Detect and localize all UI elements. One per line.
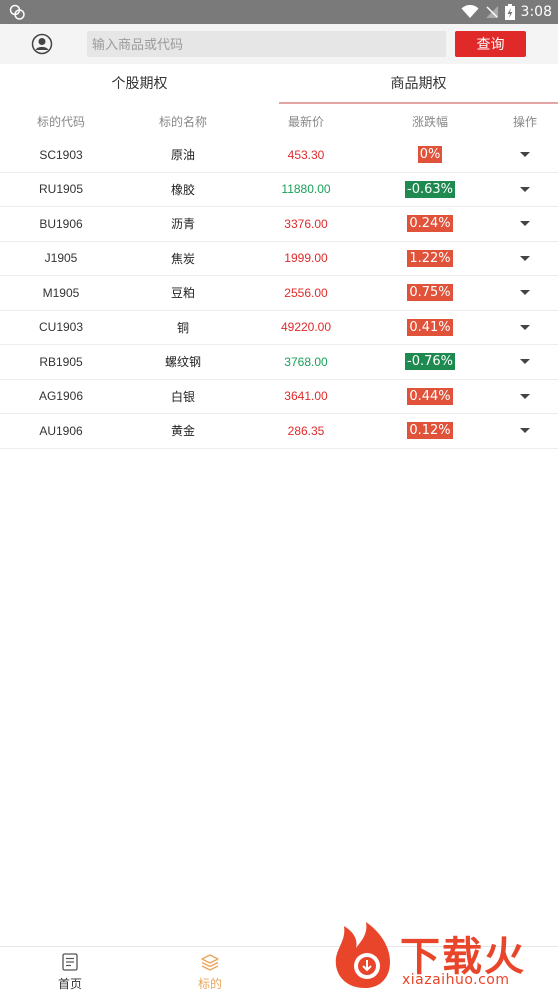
row-code: RB1905 bbox=[39, 354, 83, 369]
watermark-text-en: xiazaihuo.com bbox=[402, 972, 510, 988]
row-code: AG1906 bbox=[38, 389, 84, 404]
table-header: 标的代码 标的名称 最新价 涨跌幅 操作 bbox=[0, 104, 558, 138]
change-badge: 0.41% bbox=[407, 318, 453, 336]
expand-arrow-icon[interactable] bbox=[520, 324, 530, 330]
row-price: 453.30 bbox=[287, 147, 325, 162]
table-row[interactable]: CU1903 铜 49220.00 0.41% bbox=[0, 311, 558, 345]
table-row[interactable]: M1905 豆粕 2556.00 0.75% bbox=[0, 276, 558, 311]
table-row[interactable]: J1905 焦炭 1999.00 1.22% bbox=[0, 242, 558, 276]
row-price: 286.35 bbox=[287, 423, 325, 438]
search-input[interactable] bbox=[87, 31, 446, 57]
change-badge: -0.76% bbox=[405, 353, 455, 371]
tab-stock-options[interactable]: 个股期权 bbox=[0, 64, 279, 102]
search-header: 查询 bbox=[0, 24, 558, 64]
row-name: 螺纹钢 bbox=[164, 355, 201, 370]
row-name: 白银 bbox=[170, 389, 195, 404]
row-code: J1905 bbox=[44, 251, 78, 266]
row-price: 3376.00 bbox=[284, 216, 328, 231]
row-code: AU1906 bbox=[39, 423, 83, 438]
row-price: 11880.00 bbox=[281, 182, 331, 197]
change-badge: -0.63% bbox=[405, 180, 455, 198]
battery-charging-icon bbox=[504, 4, 515, 20]
expand-arrow-icon[interactable] bbox=[520, 221, 530, 227]
row-price: 2556.00 bbox=[284, 285, 328, 300]
column-header-change: 涨跌幅 bbox=[411, 114, 448, 129]
change-badge: 1.22% bbox=[407, 249, 453, 267]
status-icons: 3:08 bbox=[461, 0, 552, 24]
expand-arrow-icon[interactable] bbox=[520, 186, 530, 192]
table-row[interactable]: RU1905 橡胶 11880.00 -0.63% bbox=[0, 173, 558, 207]
expand-arrow-icon[interactable] bbox=[520, 393, 530, 399]
column-header-action: 操作 bbox=[512, 114, 537, 129]
change-badge: 0.44% bbox=[407, 387, 453, 405]
status-bar: 3:08 bbox=[0, 0, 558, 24]
layers-icon bbox=[201, 954, 219, 971]
nav-home-label: 首页 bbox=[57, 977, 82, 991]
document-icon bbox=[62, 953, 78, 971]
nav-target-label: 标的 bbox=[197, 977, 222, 991]
row-name: 原油 bbox=[170, 148, 195, 163]
table-body: SC1903 原油 453.30 0% RU1905 橡胶 11880.00 -… bbox=[0, 138, 558, 449]
table-row[interactable]: RB1905 螺纹钢 3768.00 -0.76% bbox=[0, 345, 558, 380]
row-code: CU1903 bbox=[38, 320, 84, 335]
nav-target[interactable]: 标的 bbox=[140, 947, 280, 993]
row-code: SC1903 bbox=[39, 147, 83, 162]
expand-arrow-icon[interactable] bbox=[520, 359, 530, 365]
watermark-logo: 下载火 xiazaihuo.com bbox=[330, 918, 558, 992]
change-badge: 0.24% bbox=[407, 215, 453, 233]
search-button[interactable]: 查询 bbox=[455, 31, 526, 57]
row-price: 49220.00 bbox=[280, 320, 332, 335]
column-header-code: 标的代码 bbox=[36, 114, 85, 129]
row-name: 黄金 bbox=[170, 424, 195, 439]
row-code: RU1905 bbox=[38, 182, 84, 197]
row-name: 焦炭 bbox=[170, 251, 195, 266]
change-badge: 0% bbox=[417, 146, 443, 164]
row-name: 豆粕 bbox=[170, 286, 195, 301]
expand-arrow-icon[interactable] bbox=[520, 152, 530, 158]
row-price: 3768.00 bbox=[284, 354, 328, 369]
column-header-price: 最新价 bbox=[287, 114, 324, 129]
table-row[interactable]: BU1906 沥青 3376.00 0.24% bbox=[0, 207, 558, 242]
tab-commodity-options[interactable]: 商品期权 bbox=[279, 64, 558, 104]
status-time: 3:08 bbox=[520, 4, 552, 20]
table-row[interactable]: SC1903 原油 453.30 0% bbox=[0, 138, 558, 173]
expand-arrow-icon[interactable] bbox=[520, 255, 530, 261]
row-code: BU1906 bbox=[39, 216, 83, 231]
expand-arrow-icon[interactable] bbox=[520, 290, 530, 296]
change-badge: 0.12% bbox=[407, 422, 453, 440]
tab-bar: 个股期权 商品期权 bbox=[0, 64, 558, 104]
notification-icon bbox=[9, 4, 25, 20]
row-price: 3641.00 bbox=[284, 389, 328, 404]
wifi-icon bbox=[461, 5, 479, 18]
user-avatar-icon[interactable] bbox=[31, 33, 53, 55]
table-row[interactable]: AG1906 白银 3641.00 0.44% bbox=[0, 380, 558, 414]
nav-home[interactable]: 首页 bbox=[0, 947, 140, 993]
signal-off-icon bbox=[485, 6, 498, 18]
change-badge: 0.75% bbox=[407, 284, 453, 302]
expand-arrow-icon[interactable] bbox=[520, 428, 530, 434]
row-name: 橡胶 bbox=[170, 182, 195, 197]
flame-logo-icon bbox=[335, 922, 390, 988]
row-name: 铜 bbox=[176, 320, 189, 335]
row-price: 1999.00 bbox=[284, 251, 328, 266]
row-code: M1905 bbox=[42, 285, 80, 300]
column-header-name: 标的名称 bbox=[158, 114, 207, 129]
row-name: 沥青 bbox=[170, 217, 195, 232]
table-row[interactable]: AU1906 黄金 286.35 0.12% bbox=[0, 414, 558, 449]
